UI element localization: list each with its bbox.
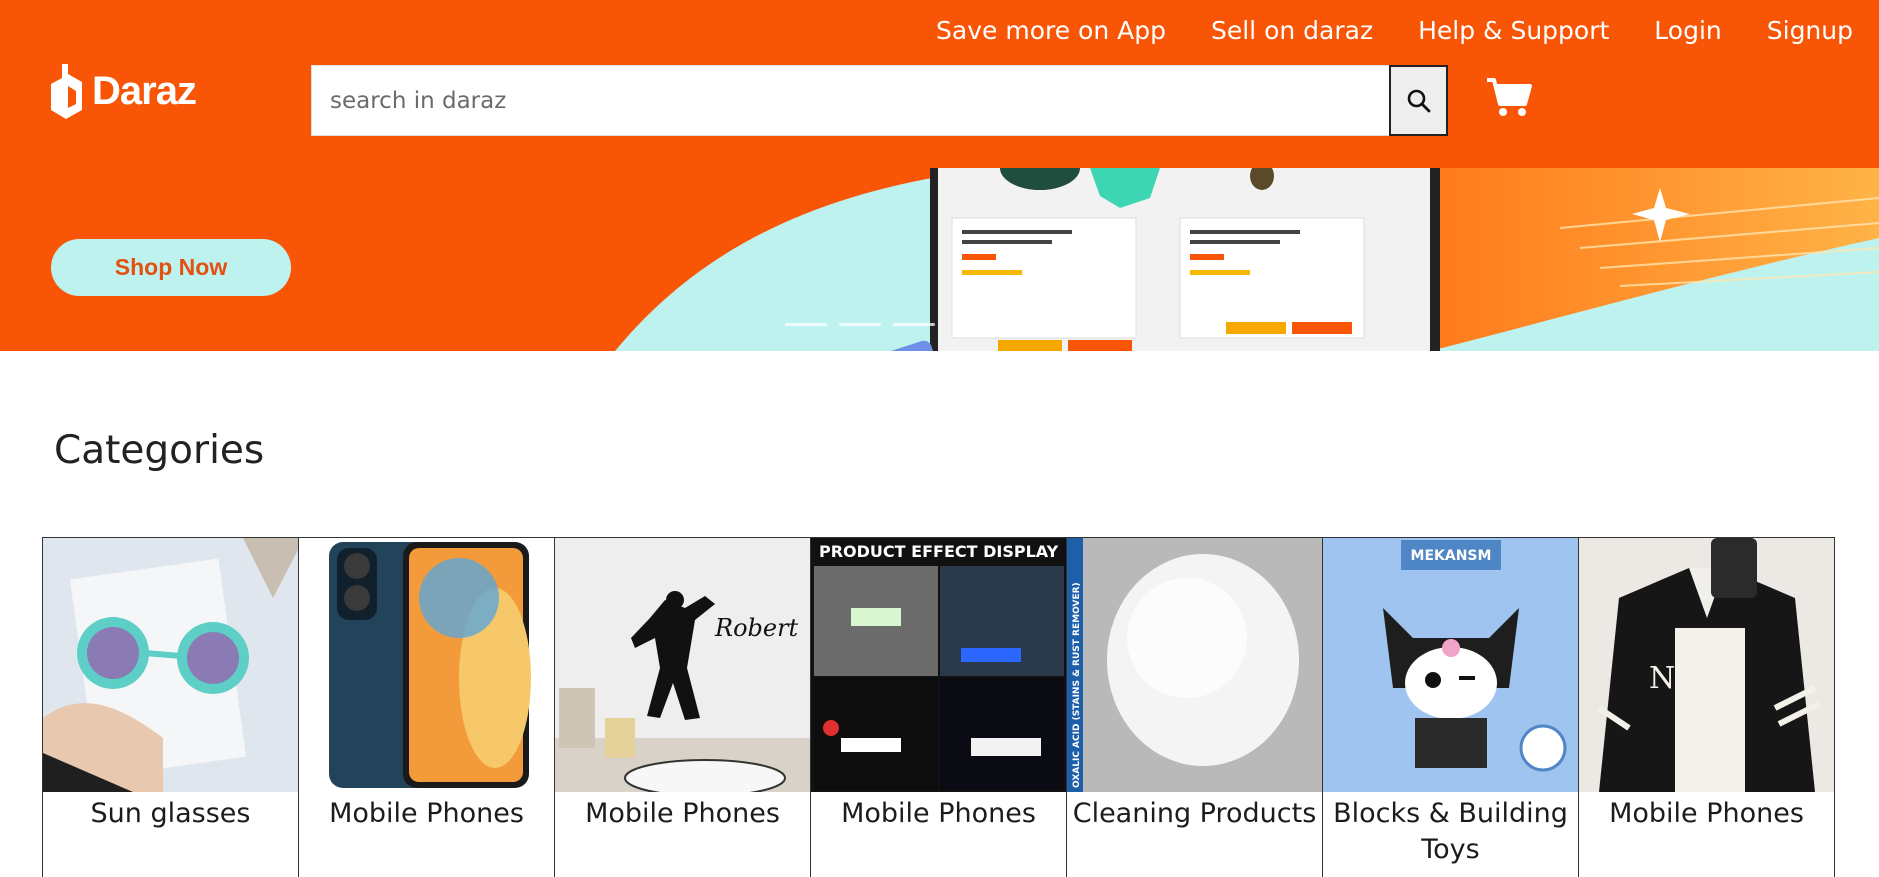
search-input[interactable] [311, 65, 1389, 136]
category-label: Mobile Phones [585, 798, 780, 829]
category-image: PRODUCT EFFECT DISPLAY [811, 538, 1066, 792]
category-image: OXALIC ACID (STAINS & RUST REMOVER) [1067, 538, 1322, 792]
category-label: Sun glasses [90, 798, 251, 829]
site-header: Save more on App Sell on daraz Help & Su… [0, 0, 1879, 168]
category-grid: Sun glasses Mobile Phones Robert Mobile … [42, 537, 1843, 877]
help-support-link[interactable]: Help & Support [1418, 16, 1609, 45]
image-text: Robert [714, 614, 799, 642]
carousel-dots [785, 323, 935, 326]
search-icon [1407, 89, 1430, 112]
category-label: Mobile Phones [841, 798, 1036, 829]
category-label: Cleaning Products [1072, 798, 1317, 829]
category-card-mobile-phones[interactable]: NY Mobile Phones [1579, 537, 1835, 877]
shop-now-button[interactable]: Shop Now [51, 239, 291, 296]
daraz-logo-icon [51, 64, 82, 119]
image-text: MEKANSM [1411, 548, 1492, 564]
category-image: MEKANSM [1323, 538, 1578, 792]
svg-text:NY: NY [1649, 661, 1696, 696]
carousel-dot[interactable] [893, 323, 935, 326]
category-card-sun-glasses[interactable]: Sun glasses [43, 537, 299, 877]
categories-heading: Categories [54, 428, 265, 473]
category-card-mobile-phones[interactable]: Robert Mobile Phones [555, 537, 811, 877]
hero-banner[interactable]: % Shop Now [0, 168, 1879, 351]
search-bar [311, 65, 1448, 136]
top-nav: Save more on App Sell on daraz Help & Su… [936, 16, 1853, 45]
category-image [299, 538, 554, 792]
image-text: OXALIC ACID (STAINS & RUST REMOVER) [1072, 582, 1082, 788]
login-link[interactable]: Login [1654, 16, 1721, 45]
category-label: Mobile Phones [329, 798, 524, 829]
search-button[interactable] [1389, 65, 1448, 136]
category-image: NY [1579, 538, 1834, 792]
save-more-on-app-link[interactable]: Save more on App [936, 16, 1166, 45]
category-image: Robert [555, 538, 810, 792]
category-card-mobile-phones[interactable]: PRODUCT EFFECT DISPLAY Mobile Phones [811, 537, 1067, 877]
cart-icon[interactable] [1486, 76, 1532, 118]
category-card-mobile-phones[interactable]: Mobile Phones [299, 537, 555, 877]
sell-on-daraz-link[interactable]: Sell on daraz [1211, 16, 1373, 45]
carousel-dot[interactable] [785, 323, 827, 326]
category-label: Blocks & Building Toys [1333, 798, 1568, 865]
category-card-cleaning-products[interactable]: OXALIC ACID (STAINS & RUST REMOVER) Clea… [1067, 537, 1323, 877]
category-card-blocks-building-toys[interactable]: MEKANSM Blocks & Building Toys [1323, 537, 1579, 877]
daraz-logo[interactable]: Daraz [48, 62, 197, 120]
signup-link[interactable]: Signup [1767, 16, 1853, 45]
category-label: Mobile Phones [1609, 798, 1804, 829]
image-text: PRODUCT EFFECT DISPLAY [819, 542, 1059, 561]
brand-name: Daraz [92, 68, 197, 113]
category-image [43, 538, 298, 792]
carousel-dot[interactable] [839, 323, 881, 326]
